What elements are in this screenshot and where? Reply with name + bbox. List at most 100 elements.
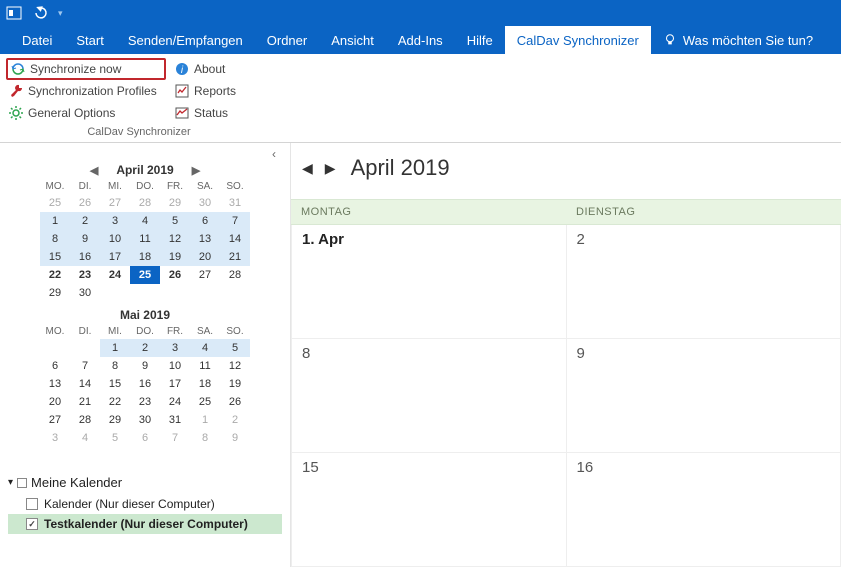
mini-cal-day[interactable]: 3 (160, 339, 190, 357)
synchronize-now-button[interactable]: Synchronize now (6, 58, 166, 80)
mini-cal-day[interactable]: 24 (160, 393, 190, 411)
mini-cal-day[interactable]: 25 (190, 393, 220, 411)
mini-cal-day[interactable]: 5 (100, 429, 130, 447)
calendar-checkbox[interactable]: ✓ (26, 518, 38, 530)
mini-cal-day[interactable]: 19 (220, 375, 250, 393)
mini-cal-day[interactable]: 21 (70, 393, 100, 411)
mini-cal-day[interactable]: 8 (100, 357, 130, 375)
mini-cal-day[interactable]: 26 (70, 194, 100, 212)
mini-cal-day[interactable]: 11 (130, 230, 160, 248)
mini-cal-day[interactable]: 19 (160, 248, 190, 266)
status-button[interactable]: Status (172, 102, 272, 124)
mini-cal-day[interactable]: 22 (100, 393, 130, 411)
undo-icon[interactable] (32, 5, 48, 21)
mini-cal-day[interactable]: 31 (220, 194, 250, 212)
mini-cal-day[interactable]: 15 (40, 248, 70, 266)
mini-cal-day[interactable]: 5 (220, 339, 250, 357)
mini-cal-day[interactable]: 23 (70, 266, 100, 284)
tab-ordner[interactable]: Ordner (255, 26, 319, 54)
mini-cal-day[interactable]: 14 (70, 375, 100, 393)
mini-cal-day[interactable]: 6 (190, 212, 220, 230)
mini-cal-day[interactable]: 10 (100, 230, 130, 248)
next-period-button[interactable]: ▶ (322, 160, 339, 177)
mini-cal-day[interactable]: 3 (100, 212, 130, 230)
mini-cal-day[interactable]: 12 (160, 230, 190, 248)
mini-cal-day[interactable]: 31 (160, 411, 190, 429)
mini-cal-day[interactable]: 22 (40, 266, 70, 284)
mini-cal-day[interactable]: 27 (100, 194, 130, 212)
section-checkbox[interactable] (17, 478, 27, 488)
mini-cal-day[interactable]: 27 (40, 411, 70, 429)
mini-cal-day[interactable]: 23 (130, 393, 160, 411)
mini-cal-day[interactable]: 9 (130, 357, 160, 375)
my-calendars-section[interactable]: ▾ Meine Kalender (8, 475, 282, 490)
mini-cal-day[interactable]: 27 (190, 266, 220, 284)
mini-cal-day[interactable]: 24 (100, 266, 130, 284)
reports-button[interactable]: Reports (172, 80, 272, 102)
mini-cal-day[interactable]: 9 (70, 230, 100, 248)
mini-cal-day[interactable]: 28 (130, 194, 160, 212)
tab-ansicht[interactable]: Ansicht (319, 26, 386, 54)
mini-cal-day[interactable]: 18 (190, 375, 220, 393)
tab-senden-empfangen[interactable]: Senden/Empfangen (116, 26, 255, 54)
mini-cal-day[interactable]: 10 (160, 357, 190, 375)
mini-cal-day[interactable]: 28 (220, 266, 250, 284)
mini-cal-day[interactable]: 4 (70, 429, 100, 447)
calendar-list-item[interactable]: Kalender (Nur dieser Computer) (8, 494, 282, 514)
mini-cal-day[interactable]: 26 (160, 266, 190, 284)
mini-cal-day[interactable]: 1 (190, 411, 220, 429)
calendar-day-cell[interactable]: 2 (567, 225, 841, 338)
calendar-checkbox[interactable] (26, 498, 38, 510)
mini-cal-day[interactable]: 16 (130, 375, 160, 393)
mini-cal-day[interactable]: 9 (220, 429, 250, 447)
calendar-list-item[interactable]: ✓Testkalender (Nur dieser Computer) (8, 514, 282, 534)
prev-period-button[interactable]: ◀ (299, 160, 316, 177)
mini-cal-day[interactable]: 30 (190, 194, 220, 212)
mini-cal-day[interactable]: 16 (70, 248, 100, 266)
mini-cal-day[interactable]: 14 (220, 230, 250, 248)
calendar-day-cell[interactable]: 15 (292, 453, 567, 566)
mini-cal-day[interactable]: 2 (70, 212, 100, 230)
mini-cal-day[interactable]: 28 (70, 411, 100, 429)
qat-customize-icon[interactable]: ▾ (58, 8, 63, 19)
mini-cal-day[interactable]: 29 (160, 194, 190, 212)
mini-cal-day[interactable]: 26 (220, 393, 250, 411)
mini-cal-prev[interactable]: ◀ (86, 164, 102, 177)
mini-cal-day[interactable]: 7 (160, 429, 190, 447)
mini-cal-next[interactable]: ▶ (188, 164, 204, 177)
collapse-nav-icon[interactable]: ‹ (272, 147, 282, 163)
mini-cal-day[interactable]: 25 (130, 266, 160, 284)
mini-cal-day[interactable]: 6 (130, 429, 160, 447)
mini-cal-day[interactable]: 11 (190, 357, 220, 375)
mini-cal-day[interactable]: 1 (100, 339, 130, 357)
tab-datei[interactable]: Datei (10, 26, 64, 54)
mini-cal-day[interactable]: 2 (130, 339, 160, 357)
mini-cal-day[interactable]: 6 (40, 357, 70, 375)
mini-cal-day[interactable]: 29 (40, 284, 70, 302)
tell-me-search[interactable]: Was möchten Sie tun? (651, 26, 825, 54)
calendar-day-cell[interactable]: 1. Apr (292, 225, 567, 338)
calendar-day-cell[interactable]: 8 (292, 339, 567, 452)
mini-cal-day[interactable]: 4 (130, 212, 160, 230)
mini-cal-day[interactable]: 18 (130, 248, 160, 266)
mini-cal-day[interactable]: 4 (190, 339, 220, 357)
mini-cal-day[interactable]: 15 (100, 375, 130, 393)
mini-cal-day[interactable]: 1 (40, 212, 70, 230)
sync-profiles-button[interactable]: Synchronization Profiles (6, 80, 166, 102)
mini-cal-day[interactable]: 29 (100, 411, 130, 429)
about-button[interactable]: i About (172, 58, 272, 80)
mini-cal-day[interactable]: 12 (220, 357, 250, 375)
mini-cal-day[interactable]: 17 (100, 248, 130, 266)
tab-addins[interactable]: Add-Ins (386, 26, 455, 54)
mini-cal-day[interactable]: 8 (190, 429, 220, 447)
mini-cal-day[interactable]: 7 (220, 212, 250, 230)
mini-cal-day[interactable]: 13 (40, 375, 70, 393)
mini-cal-day[interactable]: 20 (40, 393, 70, 411)
tab-caldav-synchronizer[interactable]: CalDav Synchronizer (505, 26, 651, 54)
mini-cal-day[interactable]: 30 (130, 411, 160, 429)
tab-hilfe[interactable]: Hilfe (455, 26, 505, 54)
mini-cal-day[interactable]: 20 (190, 248, 220, 266)
mini-cal-day[interactable]: 13 (190, 230, 220, 248)
tab-start[interactable]: Start (64, 26, 115, 54)
mini-cal-day[interactable]: 30 (70, 284, 100, 302)
